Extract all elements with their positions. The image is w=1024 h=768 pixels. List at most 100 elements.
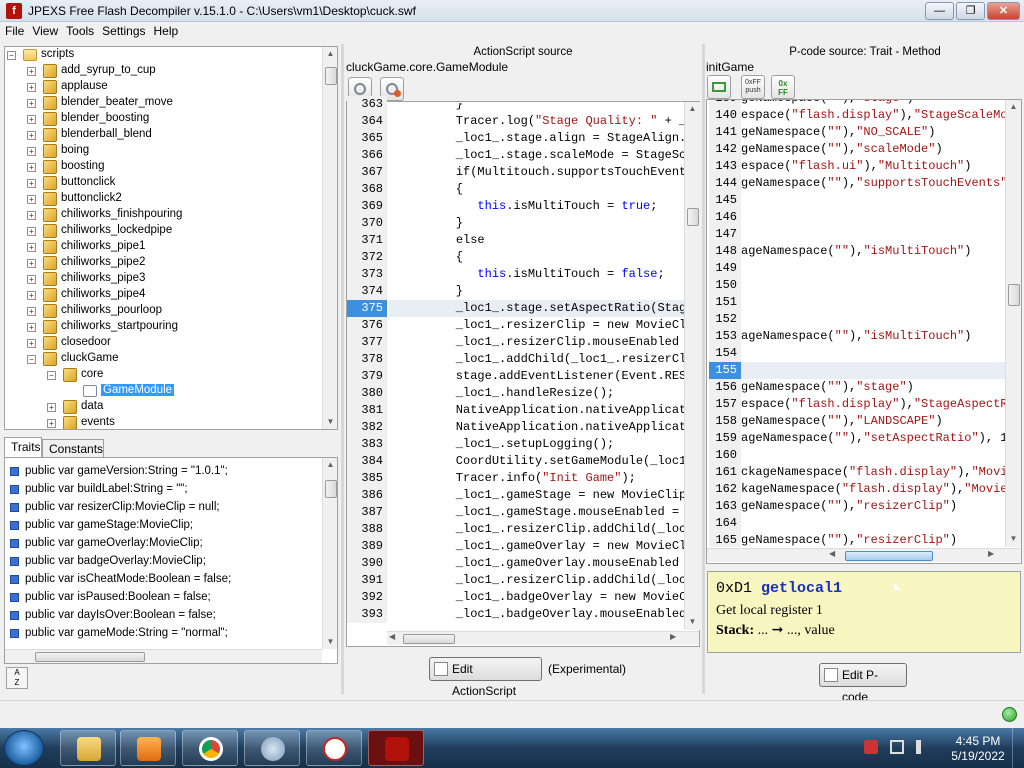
menu-help[interactable]: Help: [150, 22, 183, 38]
scroll-right-arrow-icon[interactable]: ▶: [670, 632, 676, 641]
tree-item[interactable]: + boosting: [5, 159, 337, 175]
code-line[interactable]: _loc1_.badgeOverlay = new MovieCl: [389, 589, 685, 606]
code-line[interactable]: Tracer.log("Stage Quality: " + _l: [389, 113, 685, 130]
traits-scroll-thumb[interactable]: [325, 480, 337, 498]
pcode-line[interactable]: geNamespace(""),"resizerClip"): [741, 532, 1005, 547]
menu-file[interactable]: File: [0, 22, 28, 38]
pcode-line[interactable]: geNamespace(""),"NO_SCALE"): [741, 124, 1005, 141]
code-line[interactable]: NativeApplication.nativeApplicati: [389, 419, 685, 436]
tree-item[interactable]: − core: [5, 367, 337, 383]
tree-item[interactable]: + blender_beater_move: [5, 95, 337, 111]
taskbar-flash-player[interactable]: [368, 730, 424, 766]
code-line[interactable]: }: [389, 103, 685, 113]
show-desktop-button[interactable]: [1012, 728, 1024, 768]
scroll-right-arrow-icon[interactable]: ▶: [988, 549, 994, 558]
tree-item[interactable]: + blenderball_blend: [5, 127, 337, 143]
scroll-up-arrow-icon[interactable]: ▲: [323, 47, 337, 61]
scroll-up-arrow-icon[interactable]: ▲: [685, 102, 700, 116]
code-line[interactable]: _loc1_.stage.setAspectRatio(Stage: [389, 300, 685, 317]
menu-view[interactable]: View: [28, 22, 62, 38]
tree-item[interactable]: + boing: [5, 143, 337, 159]
code-line[interactable]: _loc1_.resizerClip.addChild(_loc1: [389, 572, 685, 589]
as-scroll-thumb[interactable]: [687, 208, 699, 226]
code-line[interactable]: _loc1_.gameOverlay.mouseEnabled =: [389, 555, 685, 572]
code-line[interactable]: {: [389, 249, 685, 266]
pcode-line[interactable]: geNamespace(""),"stage"): [741, 379, 1005, 396]
pcode-line[interactable]: ckageNamespace("flash.display"),"Movie: [741, 464, 1005, 481]
push-hex-button[interactable]: 0xFF push: [741, 75, 765, 99]
pcode-source[interactable]: geNamespace(""),"stage")espace("flash.di…: [741, 100, 1005, 547]
pcode-line[interactable]: [741, 192, 1005, 209]
scroll-down-arrow-icon[interactable]: ▼: [323, 415, 337, 429]
expand-icon[interactable]: +: [27, 83, 36, 92]
pcode-line[interactable]: ageNamespace(""),"setAspectRatio"), 1: [741, 430, 1005, 447]
expand-icon[interactable]: +: [27, 179, 36, 188]
taskbar-chrome[interactable]: [182, 730, 238, 766]
tree-item[interactable]: + chiliworks_finishpouring: [5, 207, 337, 223]
code-line[interactable]: _loc1_.gameOverlay = new MovieCli: [389, 538, 685, 555]
pcode-line[interactable]: ageNamespace(""),"isMultiTouch"): [741, 243, 1005, 260]
trait-item[interactable]: public var gameOverlay:MovieClip;: [5, 534, 337, 552]
expand-icon[interactable]: +: [27, 131, 36, 140]
expand-icon[interactable]: +: [47, 403, 56, 412]
expand-icon[interactable]: +: [27, 291, 36, 300]
tree-item[interactable]: + chiliworks_startpouring: [5, 319, 337, 335]
start-button[interactable]: [4, 730, 44, 766]
taskbar-installer[interactable]: [244, 730, 300, 766]
expand-icon[interactable]: +: [27, 99, 36, 108]
trait-item[interactable]: public var gameVersion:String = "1.0.1";: [5, 462, 337, 480]
action-center-icon[interactable]: [864, 740, 878, 754]
pcode-line[interactable]: geNamespace(""),"LANDSCAPE"): [741, 413, 1005, 430]
code-line[interactable]: this.isMultiTouch = false;: [389, 266, 685, 283]
pcode-vscrollbar[interactable]: ▲ ▼: [1005, 100, 1021, 547]
pcode-line[interactable]: [741, 311, 1005, 328]
pcode-line[interactable]: [741, 447, 1005, 464]
expand-icon[interactable]: +: [27, 227, 36, 236]
expand-icon[interactable]: +: [27, 307, 36, 316]
code-line[interactable]: }: [389, 215, 685, 232]
tree-item[interactable]: + add_syrup_to_cup: [5, 63, 337, 79]
expand-icon[interactable]: +: [27, 243, 36, 252]
scroll-down-arrow-icon[interactable]: ▼: [323, 635, 337, 649]
pcode-scroll-thumb[interactable]: [1008, 284, 1020, 306]
pcode-line[interactable]: geNamespace(""),"supportsTouchEvents"): [741, 175, 1005, 192]
close-button[interactable]: ✕: [987, 2, 1020, 20]
pcode-line[interactable]: kageNamespace("flash.display"),"MovieC: [741, 481, 1005, 498]
tree-item[interactable]: − cluckGame: [5, 351, 337, 367]
code-line[interactable]: _loc1_.setupLogging();: [389, 436, 685, 453]
taskbar-explorer[interactable]: [60, 730, 116, 766]
expand-icon[interactable]: +: [27, 323, 36, 332]
trait-item[interactable]: public var dayIsOver:Boolean = false;: [5, 606, 337, 624]
code-line[interactable]: {: [389, 181, 685, 198]
pcode-line[interactable]: [741, 515, 1005, 532]
maximize-button[interactable]: ❐: [956, 2, 985, 20]
as-hscrollbar[interactable]: ◀ ▶: [387, 631, 699, 645]
traits-hscrollbar[interactable]: [5, 649, 322, 663]
expand-icon[interactable]: +: [27, 211, 36, 220]
scroll-up-arrow-icon[interactable]: ▲: [1006, 100, 1021, 114]
trait-item[interactable]: public var isPaused:Boolean = false;: [5, 588, 337, 606]
tab-traits[interactable]: Traits: [4, 437, 42, 457]
expand-icon[interactable]: +: [27, 163, 36, 172]
pcode-line[interactable]: [741, 209, 1005, 226]
tree-item[interactable]: + chiliworks_pipe2: [5, 255, 337, 271]
tree-item[interactable]: + chiliworks_pipe4: [5, 287, 337, 303]
pcode-line[interactable]: geNamespace(""),"resizerClip"): [741, 498, 1005, 515]
collapse-icon[interactable]: −: [27, 355, 36, 364]
code-line[interactable]: this.isMultiTouch = true;: [389, 198, 685, 215]
collapse-icon[interactable]: −: [7, 51, 16, 60]
code-line[interactable]: }: [389, 283, 685, 300]
tree-scrollbar[interactable]: ▲ ▼: [322, 47, 337, 429]
menu-tools[interactable]: Tools: [62, 22, 98, 38]
pcode-graph-button[interactable]: [707, 75, 731, 99]
expand-icon[interactable]: +: [27, 147, 36, 156]
pcode-line[interactable]: ageNamespace(""),"isMultiTouch"): [741, 328, 1005, 345]
network-icon[interactable]: [890, 740, 904, 754]
tab-constants[interactable]: Constants: [42, 439, 104, 457]
hex-toggle-button[interactable]: 0x FF: [771, 75, 795, 99]
pcode-line[interactable]: [741, 362, 1005, 379]
pcode-line[interactable]: espace("flash.display"),"StageAspectRa: [741, 396, 1005, 413]
expand-icon[interactable]: +: [27, 259, 36, 268]
trait-item[interactable]: public var resizerClip:MovieClip = null;: [5, 498, 337, 516]
code-line[interactable]: else: [389, 232, 685, 249]
